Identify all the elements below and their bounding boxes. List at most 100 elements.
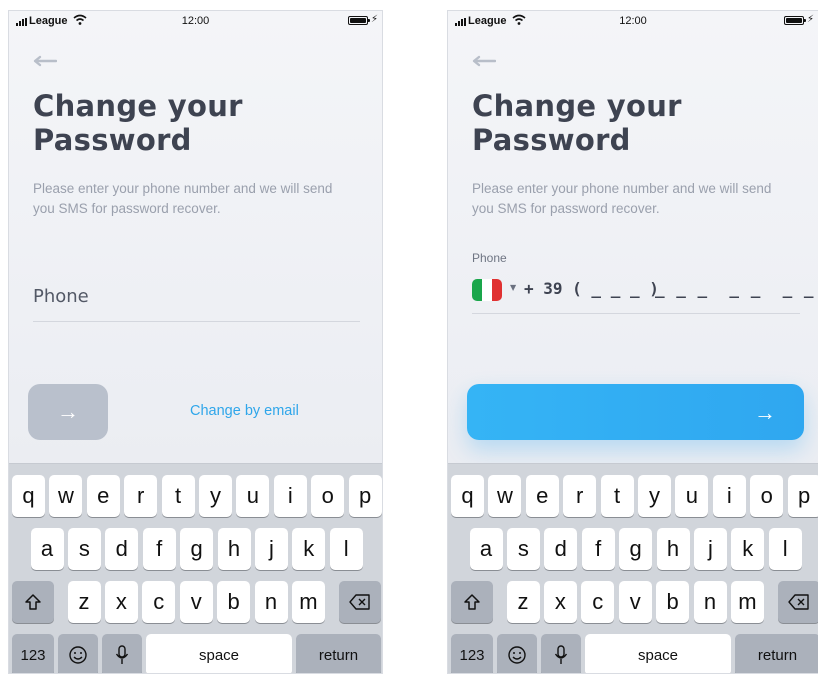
key-h[interactable]: h	[656, 528, 690, 570]
key-l[interactable]: l	[329, 528, 363, 570]
arrow-right-icon: →	[754, 400, 776, 425]
key-s[interactable]: s	[67, 528, 101, 570]
key-d[interactable]: d	[105, 528, 139, 570]
key-z[interactable]: z	[67, 581, 101, 623]
key-e[interactable]: e	[86, 475, 120, 517]
key-s[interactable]: s	[506, 528, 540, 570]
key-g[interactable]: g	[619, 528, 653, 570]
battery-icon	[348, 16, 370, 25]
microphone-icon	[554, 645, 568, 664]
status-time: 12:00	[181, 15, 210, 27]
key-p[interactable]: p	[787, 475, 818, 517]
key-r[interactable]: r	[124, 475, 158, 517]
delete-icon	[349, 594, 370, 610]
key-x[interactable]: x	[104, 581, 138, 623]
next-button[interactable]: →	[467, 384, 804, 440]
key-y[interactable]: y	[199, 475, 232, 517]
key-v[interactable]: v	[179, 581, 213, 623]
key-c[interactable]: c	[581, 581, 615, 623]
key-u[interactable]: u	[675, 475, 709, 517]
key-b[interactable]: b	[656, 581, 690, 623]
key-p[interactable]: p	[348, 475, 382, 517]
microphone-icon[interactable]	[102, 634, 142, 673]
key-g[interactable]: g	[180, 528, 214, 570]
space-key[interactable]: space	[585, 634, 731, 673]
key-n[interactable]: n	[693, 581, 727, 623]
key-e[interactable]: e	[525, 475, 559, 517]
key-c[interactable]: c	[142, 581, 176, 623]
key-y[interactable]: y	[638, 475, 671, 517]
status-time: 12:00	[619, 15, 647, 27]
status-bar: League 12:00 ⚡	[448, 11, 818, 33]
phone-number-input[interactable]: ▼ + 39 ( _ _ _ ) _ _ _ _ _ _ _	[472, 277, 814, 314]
page-title: Change your Password	[33, 89, 353, 157]
delete-icon	[788, 594, 809, 610]
phone-screen-phone-entry: League 12:00 ⚡ Change your Password Plea…	[447, 10, 818, 674]
battery-icon	[784, 16, 806, 25]
key-f[interactable]: f	[581, 528, 615, 570]
change-by-email-link[interactable]: Change by email	[190, 403, 299, 419]
key-u[interactable]: u	[236, 475, 270, 517]
key-a[interactable]: a	[469, 528, 503, 570]
return-key[interactable]: return	[735, 634, 818, 673]
charging-icon: ⚡	[370, 14, 378, 25]
signal-icon	[16, 18, 27, 26]
wifi-icon	[512, 14, 526, 25]
key-w[interactable]: w	[488, 475, 522, 517]
caret-down-icon[interactable]: ▼	[510, 283, 516, 292]
key-b[interactable]: b	[217, 581, 251, 623]
carrier-name: League	[468, 15, 507, 27]
charging-icon: ⚡	[806, 14, 814, 25]
emoji-icon[interactable]	[497, 634, 537, 673]
key-x[interactable]: x	[543, 581, 577, 623]
key-l[interactable]: l	[768, 528, 802, 570]
key-k[interactable]: k	[731, 528, 765, 570]
key-d[interactable]: d	[544, 528, 578, 570]
back-arrow-icon[interactable]	[33, 55, 57, 67]
key-n[interactable]: n	[254, 581, 288, 623]
key-q[interactable]: q	[451, 475, 484, 517]
key-r[interactable]: r	[563, 475, 597, 517]
key-j[interactable]: j	[254, 528, 288, 570]
key-h[interactable]: h	[217, 528, 251, 570]
key-a[interactable]: a	[30, 528, 64, 570]
key-j[interactable]: j	[693, 528, 727, 570]
space-key[interactable]: space	[146, 634, 292, 673]
key-m[interactable]: m	[291, 581, 325, 623]
status-bar: League 12:00 ⚡	[9, 11, 382, 33]
key-t[interactable]: t	[161, 475, 195, 517]
key-k[interactable]: k	[292, 528, 326, 570]
key-z[interactable]: z	[506, 581, 540, 623]
phone-input[interactable]	[33, 281, 360, 311]
microphone-icon[interactable]	[541, 634, 581, 673]
delete-icon[interactable]	[339, 581, 381, 623]
key-o[interactable]: o	[750, 475, 784, 517]
shift-icon[interactable]	[451, 581, 493, 623]
shift-icon	[464, 594, 480, 610]
key-t[interactable]: t	[600, 475, 634, 517]
key-v[interactable]: v	[618, 581, 652, 623]
next-button[interactable]: →	[28, 384, 108, 440]
italy-flag-icon[interactable]	[472, 279, 502, 301]
shift-icon[interactable]	[12, 581, 54, 623]
key-o[interactable]: o	[311, 475, 345, 517]
key-f[interactable]: f	[142, 528, 176, 570]
key-q[interactable]: q	[12, 475, 45, 517]
title-line-1: Change your	[472, 89, 682, 123]
shift-icon	[25, 594, 41, 610]
delete-icon[interactable]	[778, 581, 818, 623]
return-key[interactable]: return	[296, 634, 381, 673]
emoji-icon	[508, 646, 526, 664]
phone-field-label: Phone	[472, 251, 507, 265]
wifi-icon	[73, 14, 87, 25]
key-m[interactable]: m	[730, 581, 764, 623]
key-w[interactable]: w	[49, 475, 83, 517]
numbers-key[interactable]: 123	[12, 634, 54, 673]
carrier-name: League	[29, 15, 68, 27]
back-arrow-icon[interactable]	[472, 55, 496, 67]
emoji-icon[interactable]	[58, 634, 98, 673]
key-i[interactable]: i	[273, 475, 307, 517]
key-i[interactable]: i	[712, 475, 746, 517]
page-title: Change your Password	[472, 89, 792, 157]
numbers-key[interactable]: 123	[451, 634, 493, 673]
